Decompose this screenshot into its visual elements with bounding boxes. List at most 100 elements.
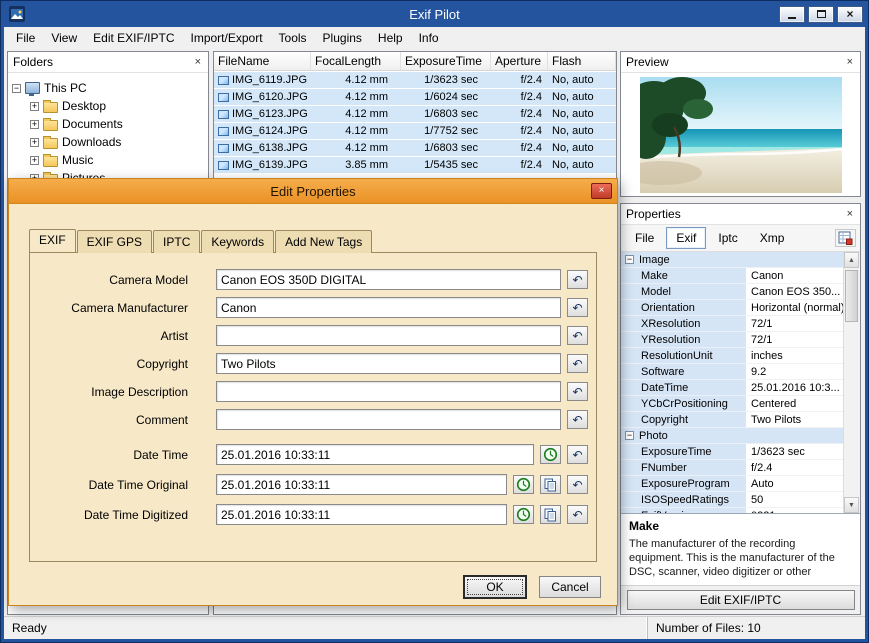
property-row[interactable]: ISOSpeedRatings 50 bbox=[621, 492, 844, 508]
close-button[interactable]: × bbox=[837, 5, 863, 23]
table-row[interactable]: IMG_6138.JPG 4.12 mm 1/6803 sec f/2.4 No… bbox=[214, 140, 616, 156]
cell-filename: IMG_6138.JPG bbox=[232, 142, 308, 154]
image-description-input[interactable] bbox=[216, 381, 561, 402]
cell-focallength: 4.12 mm bbox=[345, 91, 388, 103]
property-row[interactable]: ResolutionUnit inches bbox=[621, 348, 844, 364]
date-time-digitized-input[interactable] bbox=[216, 504, 507, 525]
table-row[interactable]: IMG_6120.JPG 4.12 mm 1/6024 sec f/2.4 No… bbox=[214, 89, 616, 105]
tab-file[interactable]: File bbox=[625, 227, 664, 249]
menu-tools[interactable]: Tools bbox=[271, 29, 315, 47]
table-row[interactable]: IMG_6119.JPG 4.12 mm 1/3623 sec f/2.4 No… bbox=[214, 72, 616, 88]
undo-button[interactable]: ↶ bbox=[567, 475, 588, 494]
tree-item-this-pc[interactable]: − This PC bbox=[12, 79, 204, 97]
property-row[interactable]: XResolution 72/1 bbox=[621, 316, 844, 332]
date-time-original-input[interactable] bbox=[216, 474, 507, 495]
property-row[interactable]: YResolution 72/1 bbox=[621, 332, 844, 348]
property-row[interactable]: ExifVersion0221 bbox=[621, 508, 844, 513]
undo-button[interactable]: ↶ bbox=[567, 382, 588, 401]
scroll-down-button[interactable]: ▼ bbox=[844, 497, 859, 513]
property-row[interactable]: ExposureTime 1/3623 sec bbox=[621, 444, 844, 460]
scroll-thumb[interactable] bbox=[845, 270, 858, 322]
collapse-icon[interactable]: − bbox=[625, 431, 634, 440]
undo-button[interactable]: ↶ bbox=[567, 505, 588, 524]
camera-model-input[interactable] bbox=[216, 269, 561, 290]
undo-button[interactable]: ↶ bbox=[567, 298, 588, 317]
ok-button[interactable]: OK bbox=[464, 576, 526, 598]
tree-item-documents[interactable]: + Documents bbox=[30, 115, 204, 133]
properties-scrollbar[interactable]: ▲ ▼ bbox=[843, 252, 860, 513]
expand-icon[interactable]: + bbox=[30, 137, 39, 147]
copy-button[interactable] bbox=[540, 475, 561, 494]
artist-input[interactable] bbox=[216, 325, 561, 346]
column-header-focallength[interactable]: FocalLength bbox=[311, 52, 401, 70]
tab-exif[interactable]: Exif bbox=[666, 227, 707, 249]
menu-file[interactable]: File bbox=[8, 29, 43, 47]
copyright-label: Copyright bbox=[136, 356, 188, 371]
property-row[interactable]: DateTime 25.01.2016 10:3... bbox=[621, 380, 844, 396]
close-icon: × bbox=[846, 7, 854, 21]
menu-info[interactable]: Info bbox=[411, 29, 447, 47]
table-row[interactable]: IMG_6123.JPG 4.12 mm 1/6803 sec f/2.4 No… bbox=[214, 106, 616, 122]
property-row[interactable]: Orientation Horizontal (normal) bbox=[621, 300, 844, 316]
property-group-row[interactable]: − Image bbox=[621, 252, 844, 268]
table-row[interactable]: IMG_6124.JPG 4.12 mm 1/7752 sec f/2.4 No… bbox=[214, 123, 616, 139]
tab-exif-edit[interactable]: EXIF bbox=[29, 229, 76, 252]
scroll-up-button[interactable]: ▲ bbox=[844, 252, 859, 268]
maximize-button[interactable] bbox=[808, 5, 834, 23]
undo-button[interactable]: ↶ bbox=[567, 410, 588, 429]
close-folders-button[interactable]: × bbox=[193, 56, 203, 68]
table-row[interactable]: IMG_6139.JPG 3.85 mm 1/5435 sec f/2.4 No… bbox=[214, 157, 616, 173]
tab-iptc[interactable]: Iptc bbox=[708, 227, 747, 249]
close-properties-button[interactable]: × bbox=[845, 208, 855, 220]
tree-item-desktop[interactable]: + Desktop bbox=[30, 97, 204, 115]
edit-exif-iptc-button[interactable]: Edit EXIF/IPTC bbox=[626, 590, 855, 610]
property-row[interactable]: Software 9.2 bbox=[621, 364, 844, 380]
comment-input[interactable] bbox=[216, 409, 561, 430]
copyright-input[interactable] bbox=[216, 353, 561, 374]
camera-manufacturer-input[interactable] bbox=[216, 297, 561, 318]
menu-edit-exif-iptc[interactable]: Edit EXIF/IPTC bbox=[85, 29, 182, 47]
undo-button[interactable]: ↶ bbox=[567, 326, 588, 345]
property-group-row[interactable]: − Photo bbox=[621, 428, 844, 444]
undo-button[interactable]: ↶ bbox=[567, 445, 588, 464]
clock-button[interactable] bbox=[513, 505, 534, 524]
column-header-exposuretime[interactable]: ExposureTime bbox=[401, 52, 491, 70]
dialog-close-button[interactable]: × bbox=[591, 183, 612, 199]
menu-help[interactable]: Help bbox=[370, 29, 411, 47]
column-header-filename[interactable]: FileName bbox=[214, 52, 311, 70]
menu-plugins[interactable]: Plugins bbox=[315, 29, 370, 47]
tab-iptc-edit[interactable]: IPTC bbox=[153, 230, 201, 253]
tab-add-new-tags[interactable]: Add New Tags bbox=[275, 230, 373, 253]
undo-button[interactable]: ↶ bbox=[567, 270, 588, 289]
menu-view[interactable]: View bbox=[43, 29, 85, 47]
cell-aperture: f/2.4 bbox=[520, 125, 542, 137]
tree-item-music[interactable]: + Music bbox=[30, 151, 204, 169]
property-row[interactable]: Model Canon EOS 350... bbox=[621, 284, 844, 300]
clock-button[interactable] bbox=[540, 445, 561, 464]
property-row[interactable]: Make Canon bbox=[621, 268, 844, 284]
copy-button[interactable] bbox=[540, 505, 561, 524]
column-header-aperture[interactable]: Aperture bbox=[491, 52, 548, 70]
menu-import-export[interactable]: Import/Export bbox=[183, 29, 271, 47]
clock-button[interactable] bbox=[513, 475, 534, 494]
property-row[interactable]: YCbCrPositioning Centered bbox=[621, 396, 844, 412]
property-row[interactable]: FNumber f/2.4 bbox=[621, 460, 844, 476]
close-preview-button[interactable]: × bbox=[845, 56, 855, 68]
expand-icon[interactable]: + bbox=[30, 155, 39, 165]
collapse-icon[interactable]: − bbox=[625, 255, 634, 264]
minimize-button[interactable] bbox=[779, 5, 805, 23]
tab-keywords[interactable]: Keywords bbox=[201, 230, 275, 253]
property-row[interactable]: ExposureProgram Auto bbox=[621, 476, 844, 492]
tree-item-downloads[interactable]: + Downloads bbox=[30, 133, 204, 151]
date-time-input[interactable] bbox=[216, 444, 534, 465]
property-row[interactable]: Copyright Two Pilots bbox=[621, 412, 844, 428]
expand-icon[interactable]: + bbox=[30, 119, 39, 129]
tab-xmp[interactable]: Xmp bbox=[750, 227, 795, 249]
column-header-flash[interactable]: Flash bbox=[548, 52, 616, 70]
cancel-button[interactable]: Cancel bbox=[539, 576, 601, 598]
expand-icon[interactable]: + bbox=[30, 101, 39, 111]
collapse-icon[interactable]: − bbox=[12, 83, 21, 93]
properties-options-button[interactable] bbox=[835, 229, 856, 247]
tab-exif-gps[interactable]: EXIF GPS bbox=[76, 230, 153, 253]
undo-button[interactable]: ↶ bbox=[567, 354, 588, 373]
